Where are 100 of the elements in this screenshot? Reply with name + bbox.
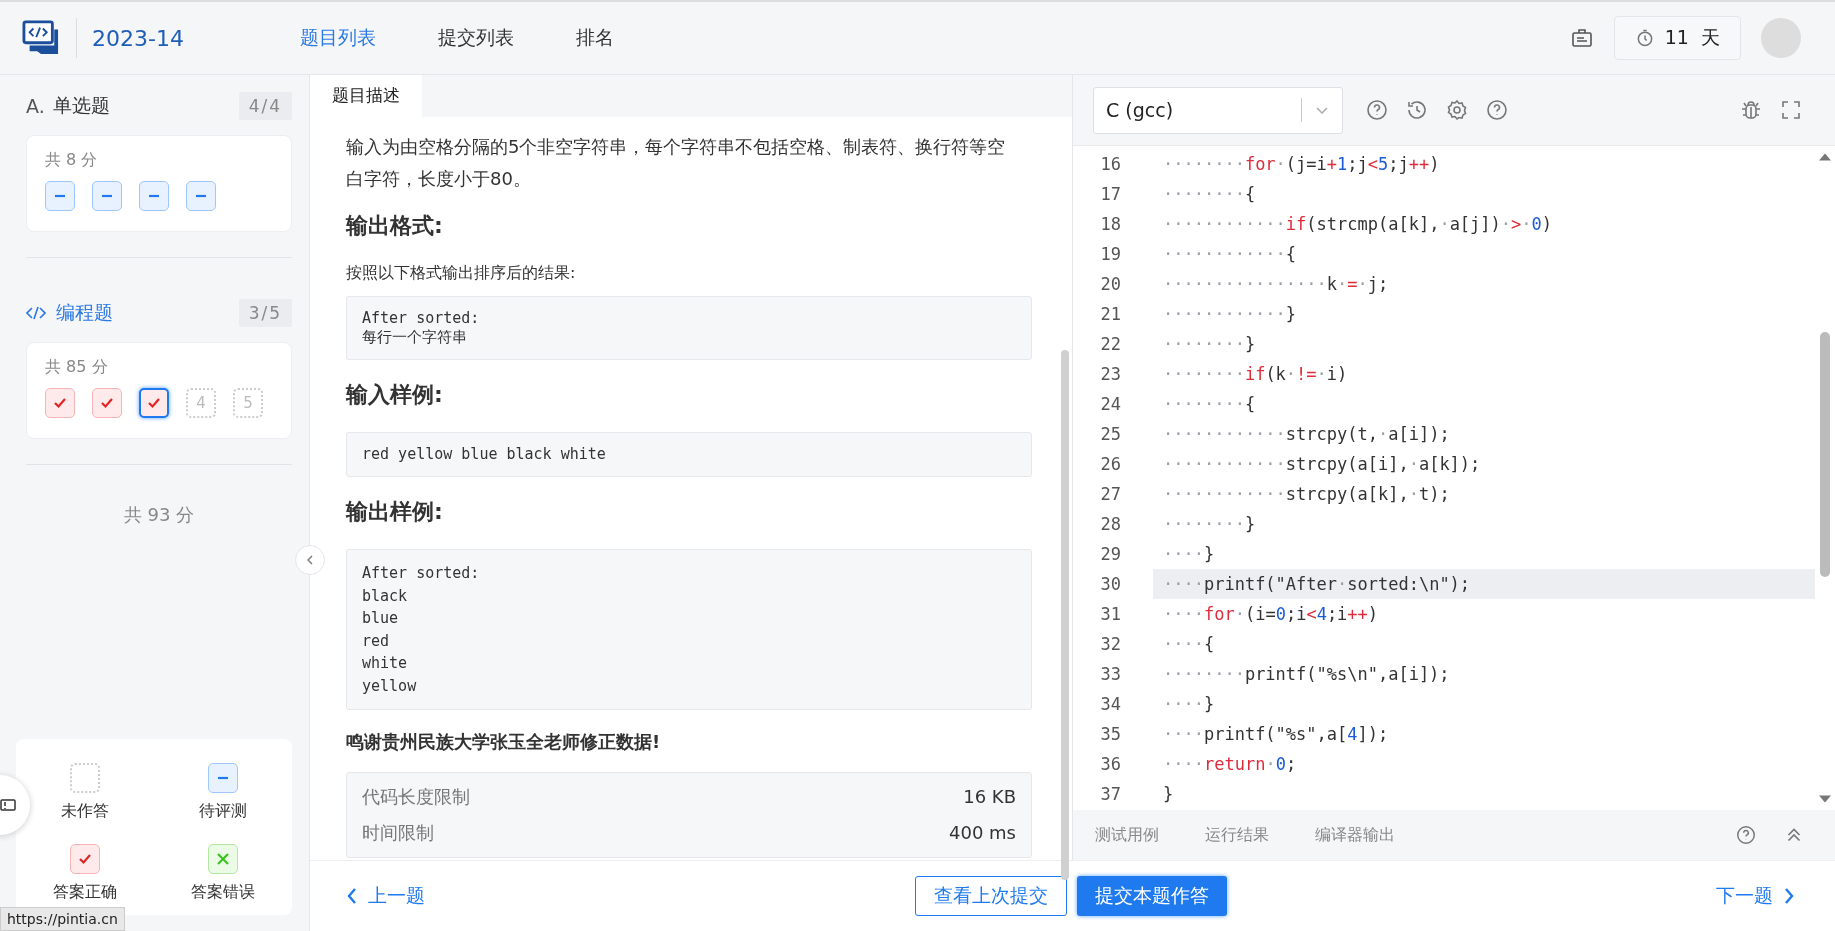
code-text: red yellow blue black white [362,445,607,464]
code-line: ····} [1162,693,1216,716]
code-text: yellow [362,675,418,697]
score-label: 共 85 分 [45,357,109,378]
line-number: 33 [1099,664,1121,684]
previous-link[interactable]: 上一题 [346,883,425,909]
line-number: 18 [1099,214,1121,234]
limit-label: 代码长度限制 [362,785,470,809]
acknowledgement: 鸣谢贵州民族大学张玉全老师修正数据! [346,730,662,754]
contest-title: 2023-14 [92,25,184,51]
code-line: ········if(k·!=·i) [1162,363,1349,386]
code-line: ····} [1162,543,1216,566]
problem-button[interactable] [92,388,122,418]
code-line: ····for·(i=0;i<4;i++) [1162,603,1380,626]
scrollbar[interactable] [1061,350,1069,880]
nav-tab[interactable]: 题目列表 [299,25,376,51]
line-number: 37 [1099,784,1121,804]
count-badge: 4/4 [238,92,292,120]
problem-button[interactable] [139,388,169,418]
line-number: 27 [1099,484,1121,504]
status-url: https://pintia.cn [0,907,125,931]
line-number: 19 [1099,244,1121,264]
feedback-icon [0,797,16,813]
fullscreen-icon[interactable] [1779,98,1803,122]
days-left: 11 天 [1664,25,1720,50]
section-heading: 输出样例: [346,498,444,526]
section-title[interactable]: 编程题 [56,300,113,326]
console-tab[interactable]: 测试用例 [1095,824,1159,846]
code-line: ········} [1162,333,1257,356]
code-icon [26,305,46,321]
problem-button[interactable] [45,388,75,418]
limit-value: 16 KB [963,785,1016,809]
code-text: After sorted: [362,309,481,328]
paragraph: 按照以下格式输出排序后的结果: [346,263,577,284]
code-line: ············if(strcmp(a[k],·a[j])·>·0) [1162,213,1554,236]
next-link[interactable]: 下一题 [1716,883,1795,909]
logo-icon [22,20,60,56]
history-icon[interactable] [1405,98,1429,122]
limit-value: 400 ms [949,821,1016,845]
code-line: ········} [1162,513,1257,536]
bug-icon[interactable] [1739,98,1763,122]
line-number: 20 [1099,274,1121,294]
scroll-up-icon[interactable] [1819,152,1831,162]
problem-button[interactable] [92,181,122,211]
total-score: 共 93 分 [122,503,196,527]
code-line: ····return·0; [1162,753,1298,776]
section-marker: A. [26,95,45,117]
line-number: 21 [1099,304,1121,324]
line-number: 31 [1099,604,1121,624]
legend-label: 未作答 [61,801,109,822]
view-last-submission-button[interactable]: 查看上次提交 [914,876,1067,916]
code-text: 每行一个字符串 [362,328,468,347]
legend-label: 答案正确 [53,882,117,903]
paragraph: 输入为由空格分隔的5个非空字符串，每个字符串不包括空格、制表符、换行符等空白字符，长度小于80。 [346,135,1007,191]
problem-button[interactable] [139,181,169,211]
help-icon[interactable] [1735,824,1757,846]
code-line: ············strcpy(a[i],·a[k]); [1162,453,1482,476]
problem-button[interactable] [186,181,216,211]
scroll-down-icon[interactable] [1819,794,1831,804]
code-text: blue [362,608,400,629]
line-number: 17 [1099,184,1121,204]
help-icon[interactable] [1365,98,1389,122]
line-number: 36 [1099,754,1121,774]
code-line: ····{ [1162,633,1216,656]
console-tab[interactable]: 运行结果 [1205,824,1269,846]
code-text: red [362,630,391,652]
description-tab[interactable]: 题目描述 [310,75,422,117]
scrollbar-thumb[interactable] [1820,332,1830,577]
line-number: 30 [1099,574,1121,594]
code-text: After sorted: [362,563,481,584]
line-number: 25 [1099,424,1121,444]
line-number: 35 [1099,724,1121,744]
legend-label: 答案错误 [191,882,255,903]
code-line: ············strcpy(a[k],·t); [1162,483,1451,506]
line-number: 32 [1099,634,1121,654]
chevron-right-icon [1783,886,1795,906]
line-number: 22 [1099,334,1121,354]
code-line: ····printf("%s",a[4]); [1162,723,1390,746]
code-line: ················k·=·j; [1162,273,1390,296]
problem-button[interactable] [45,181,75,211]
line-number: 28 [1099,514,1121,534]
settings-icon[interactable] [1445,98,1469,122]
line-number: 34 [1099,694,1121,714]
help-icon[interactable] [1485,98,1509,122]
line-number: 29 [1099,544,1121,564]
submit-button[interactable]: 提交本题作答 [1076,876,1227,916]
line-number: 26 [1099,454,1121,474]
nav-tab[interactable]: 提交列表 [437,25,514,51]
nav-tab[interactable]: 排名 [575,25,614,51]
code-line: ············{ [1162,243,1298,266]
section-title[interactable]: 单选题 [52,93,110,119]
code-line: ········printf("%s\n",a[i]); [1162,663,1451,686]
limit-label: 时间限制 [362,821,434,845]
count-badge: 3/5 [238,299,292,327]
console-tab[interactable]: 编译器输出 [1315,824,1395,846]
code-text: white [362,653,409,674]
code-line: ········for·(j=i+1;j<5;j++) [1162,153,1441,176]
code-line: ············strcpy(t,·a[i]); [1162,423,1451,446]
language-select[interactable]: C (gcc) [1093,86,1343,134]
briefcase-icon[interactable] [1569,26,1594,50]
